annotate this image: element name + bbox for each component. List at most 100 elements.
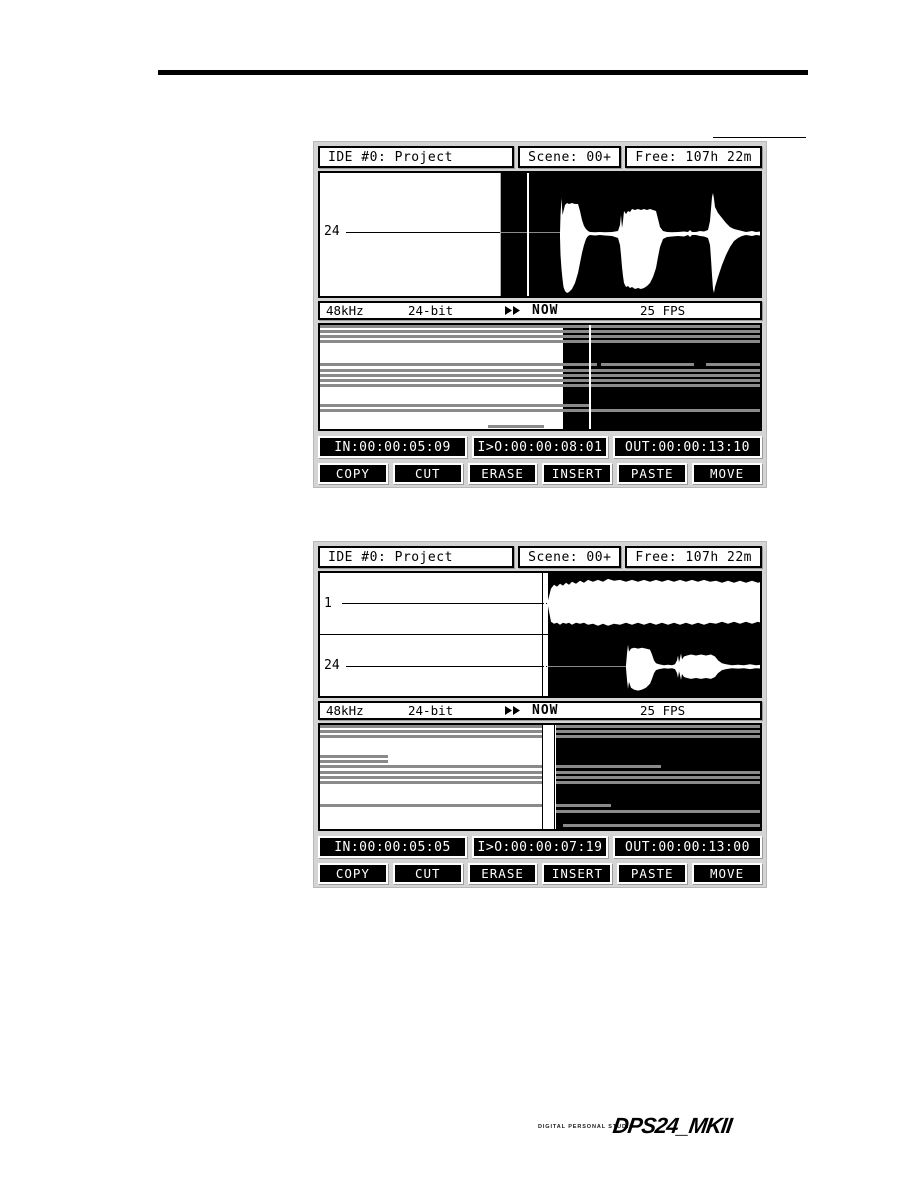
track-centerline-left: [342, 603, 547, 604]
region-bar[interactable]: [601, 363, 694, 366]
track-centerline-left: [346, 232, 500, 233]
region-bar[interactable]: [563, 824, 760, 827]
region-bar[interactable]: [320, 363, 563, 366]
region-bar[interactable]: [320, 725, 542, 728]
region-bar[interactable]: [556, 781, 760, 784]
region-bar[interactable]: [556, 735, 760, 738]
out-time-display[interactable]: OUT:00:00:13:10: [613, 436, 762, 458]
waveform-display-bottom[interactable]: 1 24: [318, 571, 762, 698]
region-bar[interactable]: [320, 404, 563, 407]
playhead-cursor[interactable]: [589, 325, 591, 429]
transport-mode-label: NOW: [532, 703, 559, 718]
time-readouts-top: IN:00:00:05:09 I>O:00:00:08:01 OUT:00:00…: [318, 436, 762, 458]
region-bar[interactable]: [320, 755, 388, 758]
region-start-gridline: [542, 573, 543, 634]
waveform-display-top[interactable]: 24: [318, 171, 762, 298]
track-region-map-top[interactable]: [318, 323, 762, 431]
region-bar[interactable]: [706, 363, 760, 366]
track-label: 24: [324, 224, 340, 239]
region-bar[interactable]: [563, 369, 760, 372]
region-bar[interactable]: [563, 325, 760, 328]
track-region-map-bottom[interactable]: [318, 723, 762, 831]
region-bar[interactable]: [320, 330, 563, 333]
drive-project-field[interactable]: IDE #0: Project: [318, 546, 515, 568]
bit-depth-label: 24-bit: [408, 303, 454, 318]
region-bar[interactable]: [320, 730, 542, 733]
waveform-row-track24[interactable]: 24: [320, 634, 760, 696]
move-button[interactable]: MOVE: [692, 863, 762, 884]
region-bar[interactable]: [563, 335, 760, 338]
region-bar[interactable]: [320, 765, 542, 768]
region-bar[interactable]: [320, 409, 563, 412]
copy-button[interactable]: COPY: [318, 863, 388, 884]
waveform-row-track1[interactable]: 1: [320, 573, 760, 635]
region-bar[interactable]: [320, 760, 388, 763]
bit-depth-label: 24-bit: [408, 703, 454, 718]
in-to-out-time-display[interactable]: I>O:00:00:08:01: [472, 436, 608, 458]
region-bar[interactable]: [556, 725, 760, 728]
track-label: 1: [324, 596, 332, 611]
soft-button-row-top: COPY CUT ERASE INSERT PASTE MOVE: [318, 463, 762, 484]
region-bar[interactable]: [556, 810, 760, 813]
frame-rate-label: 25 FPS: [640, 703, 686, 718]
frame-rate-label: 25 FPS: [640, 303, 686, 318]
region-bar[interactable]: [320, 374, 563, 377]
erase-button[interactable]: ERASE: [467, 863, 538, 884]
region-bar[interactable]: [320, 771, 542, 774]
time-readouts-bottom: IN:00:00:05:05 I>O:00:00:07:19 OUT:00:00…: [318, 836, 762, 858]
cut-button[interactable]: CUT: [392, 463, 463, 484]
region-bar[interactable]: [563, 409, 760, 412]
region-bar[interactable]: [320, 325, 563, 328]
region-bar[interactable]: [556, 771, 760, 774]
region-bar[interactable]: [320, 340, 563, 343]
region-bar[interactable]: [563, 330, 760, 333]
sample-rate-label: 48kHz: [326, 303, 364, 318]
lcd-header-top: IDE #0: Project Scene: 00+ Free: 107h 22…: [318, 146, 762, 168]
track-label: 24: [324, 657, 340, 673]
in-time-display[interactable]: IN:00:00:05:09: [318, 436, 467, 458]
region-bar[interactable]: [320, 369, 563, 372]
region-bar[interactable]: [556, 765, 661, 768]
region-bar[interactable]: [563, 384, 760, 387]
region-bar[interactable]: [488, 425, 544, 428]
drive-project-field[interactable]: IDE #0: Project: [318, 146, 515, 168]
region-bar[interactable]: [320, 735, 542, 738]
region-bar[interactable]: [320, 804, 542, 807]
scene-field[interactable]: Scene: 00+: [518, 146, 622, 168]
out-time-display[interactable]: OUT:00:00:13:00: [613, 836, 762, 858]
sample-rate-label: 48kHz: [326, 703, 364, 718]
playhead-cursor[interactable]: [544, 573, 546, 634]
paste-button[interactable]: PASTE: [617, 863, 688, 884]
region-bar[interactable]: [563, 340, 760, 343]
region-bar[interactable]: [563, 404, 589, 407]
region-bar[interactable]: [563, 379, 760, 382]
region-bar[interactable]: [563, 363, 597, 366]
region-bar[interactable]: [556, 776, 760, 779]
insert-button[interactable]: INSERT: [542, 463, 613, 484]
region-bar[interactable]: [320, 384, 563, 387]
move-button[interactable]: MOVE: [692, 463, 762, 484]
playhead-cursor[interactable]: [544, 634, 546, 696]
region-bar[interactable]: [320, 776, 542, 779]
region-bar[interactable]: [556, 804, 611, 807]
paste-button[interactable]: PASTE: [617, 463, 688, 484]
region-bar[interactable]: [320, 379, 563, 382]
insert-button[interactable]: INSERT: [542, 863, 613, 884]
waveform-graphic-track24: [626, 644, 760, 691]
copy-button[interactable]: COPY: [318, 463, 388, 484]
lcd-header-bottom: IDE #0: Project Scene: 00+ Free: 107h 22…: [318, 546, 762, 568]
region-bar[interactable]: [556, 730, 760, 733]
waveform-row-track24[interactable]: 24: [320, 173, 760, 296]
free-space-field: Free: 107h 22m: [625, 546, 762, 568]
in-to-out-time-display[interactable]: I>O:00:00:07:19: [472, 836, 608, 858]
erase-button[interactable]: ERASE: [467, 463, 538, 484]
in-time-display[interactable]: IN:00:00:05:05: [318, 836, 467, 858]
scene-field[interactable]: Scene: 00+: [518, 546, 622, 568]
cut-button[interactable]: CUT: [392, 863, 463, 884]
soft-button-row-bottom: COPY CUT ERASE INSERT PASTE MOVE: [318, 863, 762, 884]
region-bar[interactable]: [320, 335, 563, 338]
playhead-cursor[interactable]: [554, 725, 555, 829]
region-bar[interactable]: [320, 781, 542, 784]
waveform-graphic-track24: [560, 193, 760, 293]
region-bar[interactable]: [563, 374, 760, 377]
